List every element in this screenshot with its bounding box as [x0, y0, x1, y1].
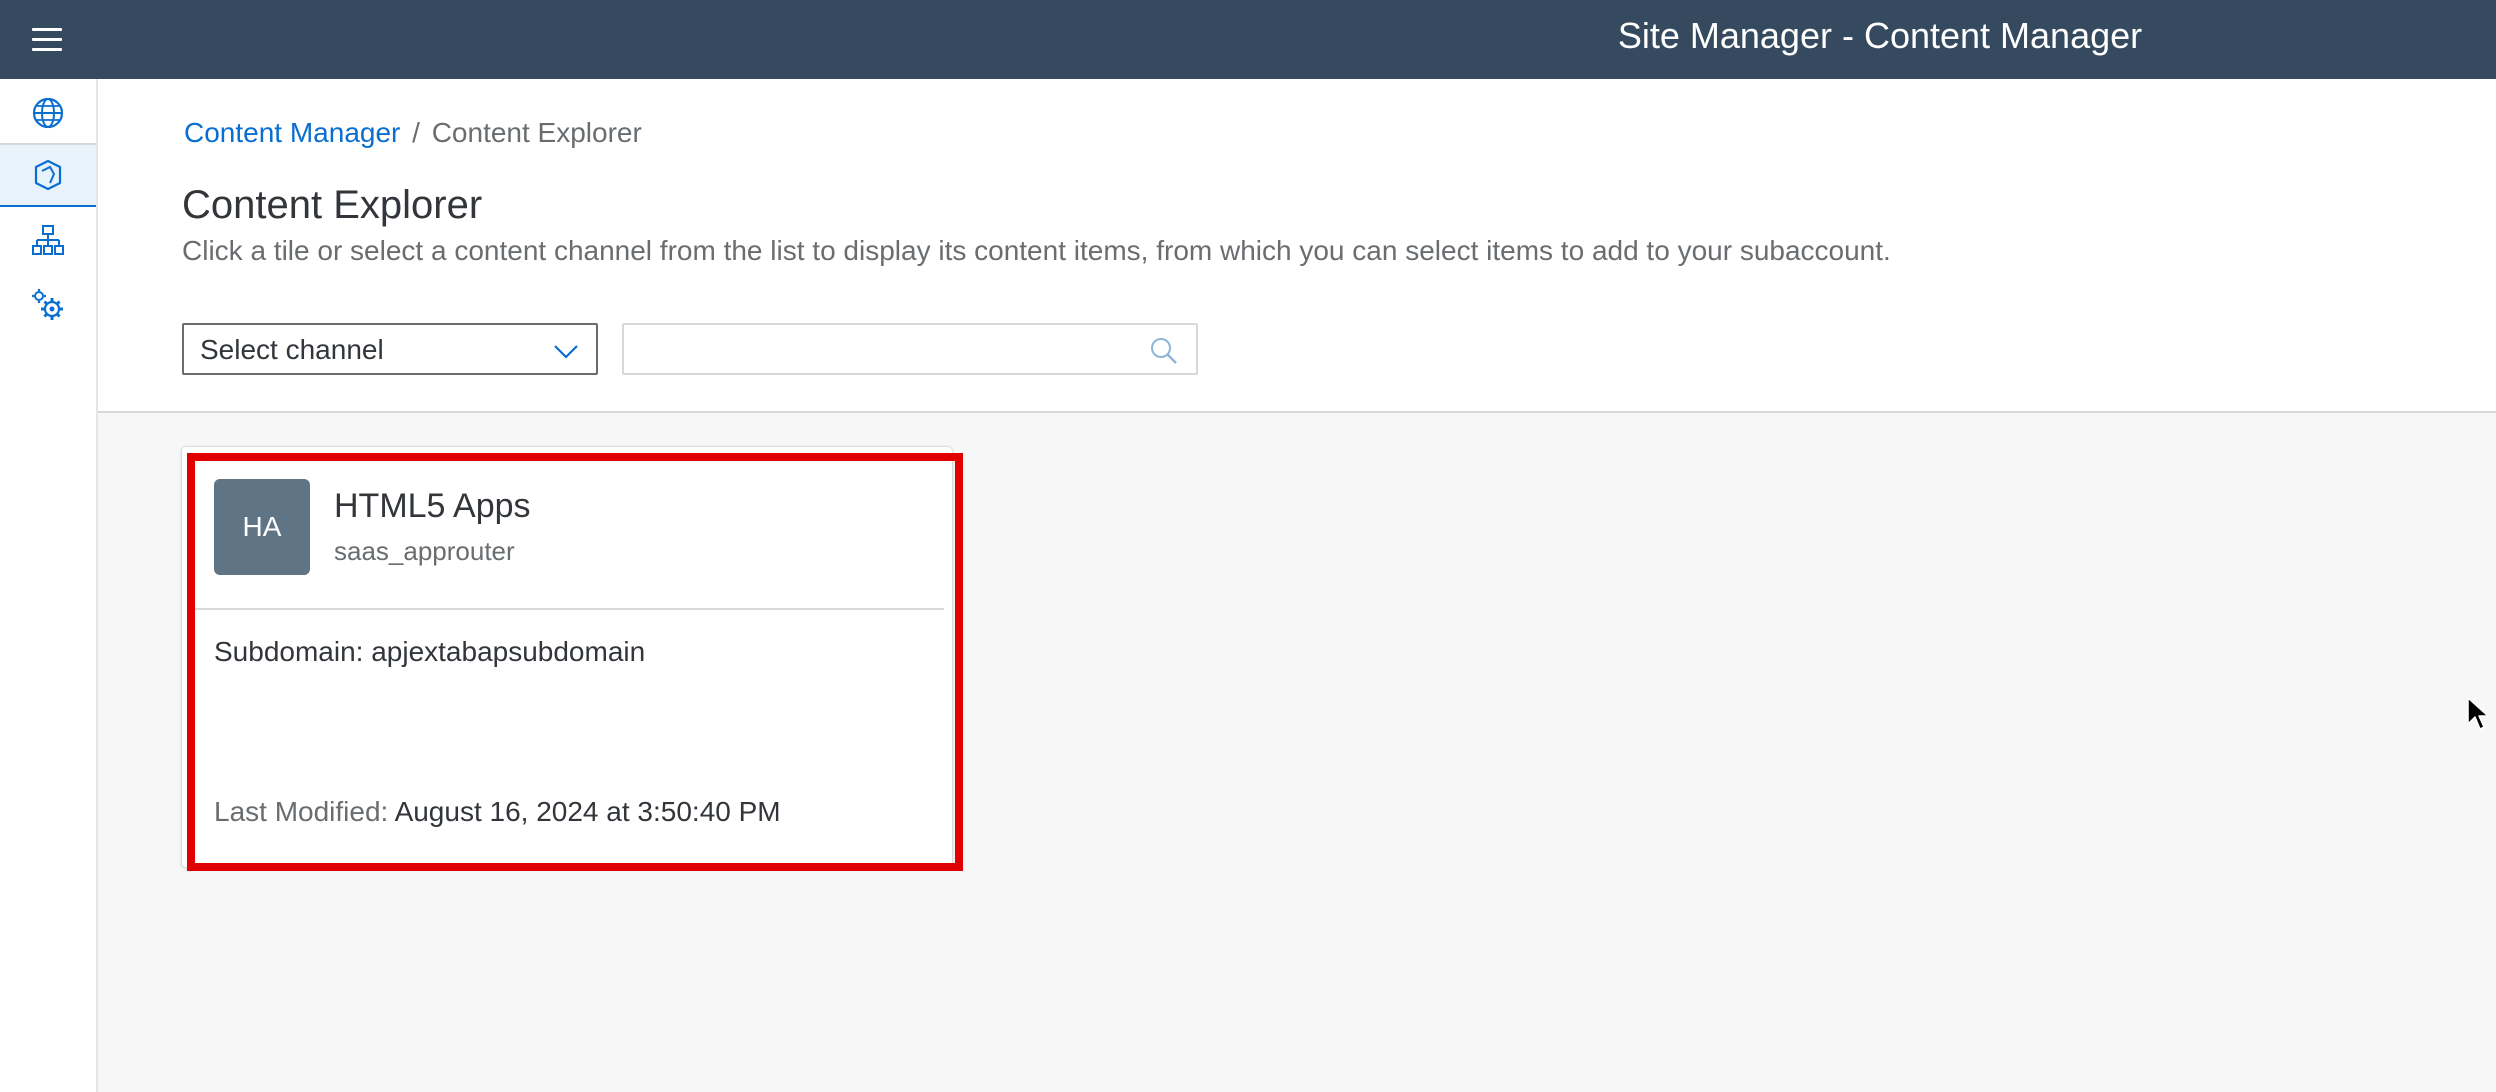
- tile-avatar: HA: [214, 479, 310, 575]
- sidenav-item-settings[interactable]: [0, 273, 96, 337]
- search-icon[interactable]: [1148, 335, 1180, 367]
- hamburger-menu-icon[interactable]: [28, 20, 68, 60]
- channel-select-value: Select channel: [200, 334, 384, 365]
- content-area: HA HTML5 Apps saas_approuter Subdomain: …: [98, 413, 2496, 1092]
- tile-subdomain: Subdomain: apjextabapsubdomain: [214, 636, 646, 667]
- side-navigation: [0, 79, 98, 1092]
- tile-last-modified: Last Modified: August 16, 2024 at 3:50:4…: [214, 795, 781, 829]
- breadcrumb-link-content-manager[interactable]: Content Manager: [184, 117, 400, 148]
- hierarchy-icon: [32, 225, 64, 255]
- page-header: Content Manager / Content Explorer Conte…: [98, 79, 2496, 413]
- breadcrumb: Content Manager / Content Explorer: [184, 115, 642, 151]
- sidenav-item-hierarchy[interactable]: [0, 209, 96, 273]
- chevron-down-icon: [554, 345, 578, 359]
- tile-subtitle: saas_approuter: [334, 536, 515, 566]
- sidenav-item-sites[interactable]: [0, 81, 96, 145]
- breadcrumb-current: Content Explorer: [431, 117, 642, 148]
- page-title: Content Explorer: [182, 183, 483, 227]
- search-field[interactable]: [622, 323, 1198, 375]
- search-input[interactable]: [634, 333, 1114, 367]
- last-modified-label: Last Modified:: [214, 796, 389, 827]
- shell-title: Site Manager - Content Manager: [1617, 15, 2143, 56]
- page-subtitle: Click a tile or select a content channel…: [182, 235, 1891, 266]
- tile-title: HTML5 Apps: [334, 487, 531, 525]
- last-modified-value: August 16, 2024 at 3:50:40 PM: [394, 796, 781, 827]
- globe-icon: [32, 97, 64, 129]
- content-tile-html5-apps[interactable]: HA HTML5 Apps saas_approuter Subdomain: …: [182, 447, 952, 867]
- tile-divider: [190, 608, 944, 610]
- breadcrumb-separator: /: [412, 117, 420, 148]
- shell-bar: Site Manager - Content Manager: [0, 0, 2496, 79]
- content-box-icon: [34, 159, 62, 191]
- channel-select[interactable]: Select channel: [182, 323, 598, 375]
- sidenav-item-content-manager[interactable]: [0, 143, 96, 207]
- settings-gears-icon: [32, 289, 63, 320]
